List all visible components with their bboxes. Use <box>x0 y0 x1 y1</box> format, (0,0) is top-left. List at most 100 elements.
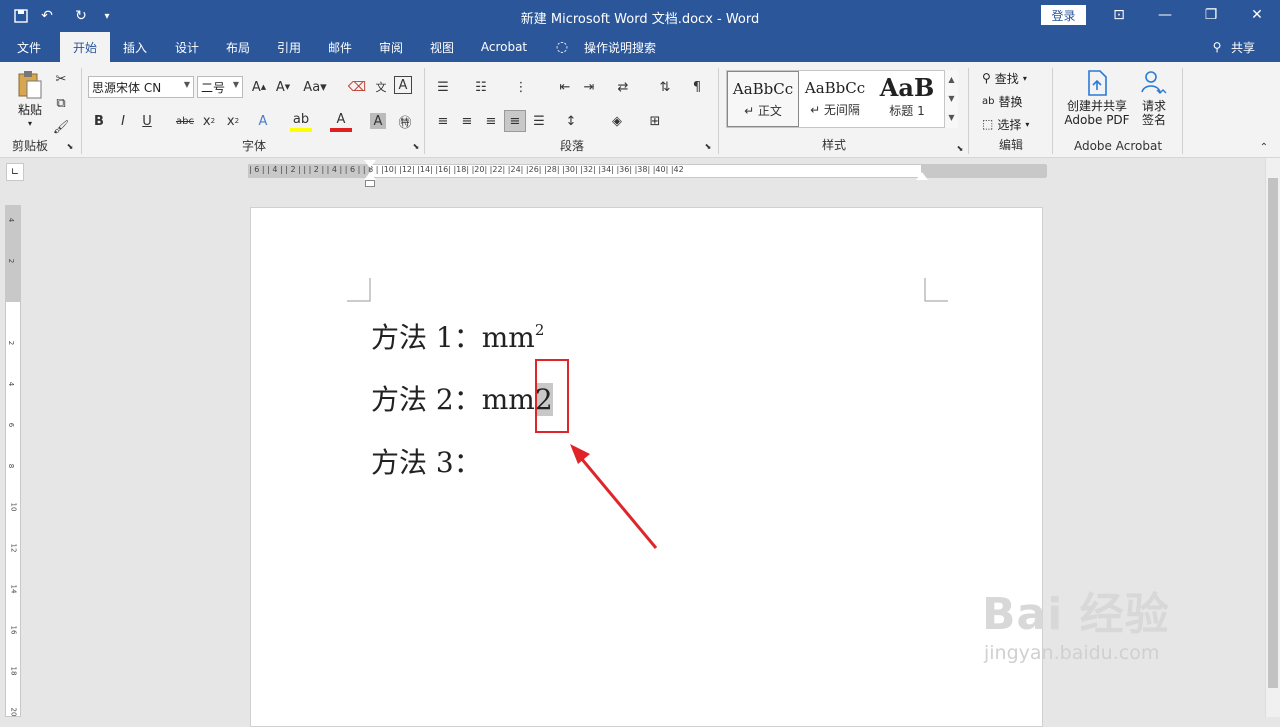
collapse-ribbon-icon[interactable]: ⌃ <box>1256 140 1272 154</box>
font-name-value: 思源宋体 CN <box>92 80 162 95</box>
select-button[interactable]: ⬚ 选择 ▾ <box>982 114 1029 134</box>
increase-indent-icon[interactable]: ⇥ <box>578 76 600 98</box>
dialog-launcher-icon[interactable]: ⬊ <box>954 142 966 154</box>
justify-icon[interactable]: ≡ <box>504 110 526 132</box>
request-signature-button[interactable]: 请求 签名 <box>1134 70 1174 127</box>
doc-line-1[interactable]: 方法 1：mm2 <box>371 316 544 356</box>
hanging-indent-marker[interactable] <box>364 172 376 180</box>
asian-layout-icon[interactable]: ⇄ <box>612 76 634 98</box>
tab-home[interactable]: 开始 <box>60 32 110 62</box>
left-indent-marker[interactable] <box>365 180 375 187</box>
share-button[interactable]: 共享 <box>1226 32 1260 62</box>
replace-button[interactable]: ab 替换 <box>982 91 1023 111</box>
multilevel-list-icon[interactable]: ⋮ <box>510 76 532 98</box>
font-color-icon[interactable]: A <box>330 110 352 132</box>
restore-icon[interactable]: ❐ <box>1196 4 1226 26</box>
ribbon-tabs: 文件 开始 插入 设计 布局 引用 邮件 审阅 视图 Acrobat ◌ 操作说… <box>0 32 1280 62</box>
login-button[interactable]: 登录 <box>1041 5 1086 25</box>
cut-icon[interactable]: ✂ <box>50 68 72 90</box>
numbering-icon[interactable]: ☷ <box>470 76 492 98</box>
divider <box>968 68 969 154</box>
subscript-icon[interactable]: x2 <box>198 110 220 132</box>
scroll-thumb[interactable] <box>1268 178 1278 688</box>
change-case-icon[interactable]: Aa▾ <box>300 76 330 98</box>
bold-icon[interactable]: B <box>88 110 110 132</box>
more-styles-icon[interactable]: ▼ <box>945 108 958 127</box>
style-no-spacing[interactable]: AaBbCc ↵ 无间隔 <box>799 71 871 127</box>
enclose-characters-icon[interactable]: ㊕ <box>394 110 416 132</box>
bullets-icon[interactable]: ☰ <box>432 76 454 98</box>
ruler-number: 2 <box>7 258 16 264</box>
font-group: 思源宋体 CN ▼ 二号 ▼ A ▲ A ▼ Aa▾ ⌫ 文 A B I U abc x… <box>84 66 424 156</box>
font-size-select[interactable]: 二号 ▼ <box>197 76 243 98</box>
copy-icon[interactable]: ⧉ <box>50 92 72 114</box>
tab-references[interactable]: 引用 <box>266 32 312 62</box>
strikethrough-icon[interactable]: abc <box>174 110 196 132</box>
dialog-launcher-icon[interactable]: ⬊ <box>702 140 714 152</box>
superscript-icon[interactable]: x2 <box>222 110 244 132</box>
tell-me-search[interactable]: 操作说明搜索 <box>578 32 662 62</box>
grow-font-icon[interactable]: A ▲ <box>248 76 270 98</box>
doc-line-2[interactable]: 方法 2：mm2 <box>371 378 553 418</box>
text-effects-icon[interactable]: A <box>252 110 274 132</box>
close-icon[interactable]: ✕ <box>1242 4 1272 26</box>
dialog-launcher-icon[interactable]: ⬊ <box>410 140 422 152</box>
search-icon: ⚲ <box>982 71 991 85</box>
annotation-arrow <box>570 444 658 549</box>
line-spacing-icon[interactable]: ↕ <box>560 110 582 132</box>
tab-mailings[interactable]: 邮件 <box>317 32 363 62</box>
chevron-down-icon[interactable]: ▼ <box>945 89 958 108</box>
doc-line-3[interactable]: 方法 3： <box>371 441 482 481</box>
borders-icon[interactable]: ⊞ <box>644 110 666 132</box>
tab-design[interactable]: 设计 <box>164 32 210 62</box>
shading-icon[interactable]: ◈ <box>606 110 628 132</box>
tab-insert[interactable]: 插入 <box>112 32 158 62</box>
divider <box>81 68 82 154</box>
align-right-icon[interactable]: ≡ <box>480 110 502 132</box>
phonetic-guide-icon[interactable]: 文 <box>370 76 392 98</box>
ribbon-display-icon[interactable]: ⊡ <box>1104 4 1134 26</box>
font-name-select[interactable]: 思源宋体 CN ▼ <box>88 76 194 98</box>
style-heading-1[interactable]: AaB 标题 1 <box>871 71 943 127</box>
replace-label: 替换 <box>998 94 1023 109</box>
tab-selector[interactable]: ∟ <box>6 163 24 181</box>
underline-icon[interactable]: U <box>136 110 158 132</box>
style-normal[interactable]: AaBbCc ↵ 正文 <box>727 71 799 127</box>
chevron-down-icon: ▼ <box>183 80 190 89</box>
minimize-icon[interactable]: — <box>1150 4 1180 26</box>
align-center-icon[interactable]: ≡ <box>456 110 478 132</box>
first-line-indent-marker[interactable] <box>364 160 376 168</box>
find-button[interactable]: ⚲ 查找 ▾ <box>982 68 1027 88</box>
create-share-pdf-button[interactable]: 创建并共享 Adobe PDF <box>1060 70 1134 127</box>
format-painter-icon[interactable]: 🖌 <box>50 116 72 138</box>
align-left-icon[interactable]: ≡ <box>432 110 454 132</box>
distributed-icon[interactable]: ☰ <box>528 110 550 132</box>
styles-gallery: AaBbCc ↵ 正文 AaBbCc ↵ 无间隔 AaB 标题 1 <box>726 70 958 128</box>
right-indent-marker[interactable] <box>916 172 928 180</box>
vertical-scrollbar[interactable] <box>1265 158 1280 717</box>
tab-acrobat[interactable]: Acrobat <box>474 32 534 62</box>
decrease-indent-icon[interactable]: ⇤ <box>554 76 576 98</box>
shrink-font-icon[interactable]: A ▼ <box>272 76 294 98</box>
tab-file[interactable]: 文件 <box>6 32 52 62</box>
paste-button[interactable]: 粘贴 ▾ <box>10 70 50 131</box>
dialog-launcher-icon[interactable]: ⬊ <box>64 140 76 152</box>
sort-icon[interactable]: ⇅ <box>654 76 676 98</box>
italic-icon[interactable]: I <box>112 110 134 132</box>
window-title: 新建 Microsoft Word 文档.docx - Word <box>520 12 760 27</box>
tab-view[interactable]: 视图 <box>419 32 465 62</box>
character-shading-icon[interactable]: A <box>370 113 386 129</box>
character-border-icon[interactable]: A <box>394 76 412 94</box>
watermark-url: jingyan.baidu.com <box>984 642 1160 664</box>
ruler-number: 4 <box>7 217 16 223</box>
vertical-ruler[interactable]: 4 2 2 4 6 8 10 12 14 16 18 20 <box>5 205 21 717</box>
show-marks-icon[interactable]: ¶ <box>686 76 708 98</box>
highlight-color-icon[interactable]: ab <box>290 110 312 132</box>
tab-review[interactable]: 审阅 <box>368 32 414 62</box>
chevron-up-icon[interactable]: ▲ <box>945 70 958 89</box>
styles-scroll[interactable]: ▲ ▼ ▼ <box>944 70 958 128</box>
tab-layout[interactable]: 布局 <box>215 32 261 62</box>
ruler-number: 14 <box>9 584 18 594</box>
clear-formatting-icon[interactable]: ⌫ <box>346 76 368 98</box>
ribbon: 粘贴 ▾ ✂ ⧉ 🖌 剪贴板 ⬊ 思源宋体 CN ▼ 二号 ▼ A ▲ A ▼ Aa▾ … <box>0 62 1280 158</box>
